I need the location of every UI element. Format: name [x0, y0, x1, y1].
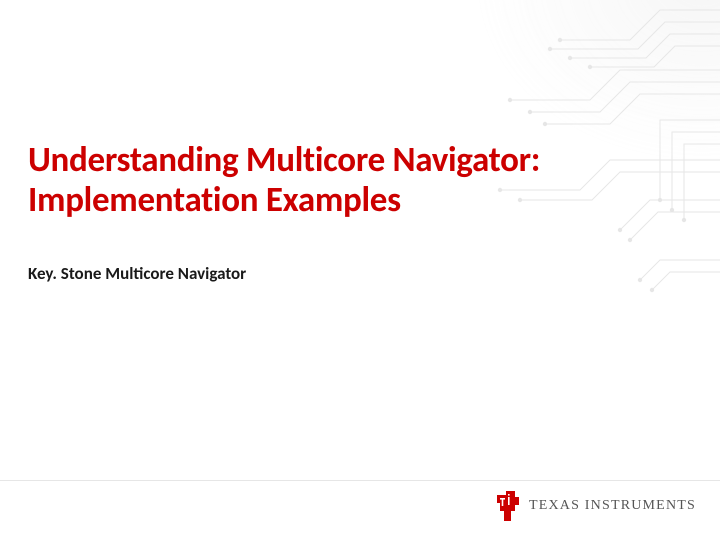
- ti-chip-icon: [495, 491, 519, 521]
- slide-title: Understanding Multicore Navigator: Imple…: [28, 140, 680, 221]
- slide-subtitle: Key. Stone Multicore Navigator: [28, 263, 680, 284]
- slide-content: Understanding Multicore Navigator: Imple…: [28, 140, 680, 284]
- company-name: TEXAS INSTRUMENTS: [529, 498, 696, 514]
- ti-logo: TEXAS INSTRUMENTS: [495, 491, 696, 521]
- slide-footer: TEXAS INSTRUMENTS: [0, 480, 720, 530]
